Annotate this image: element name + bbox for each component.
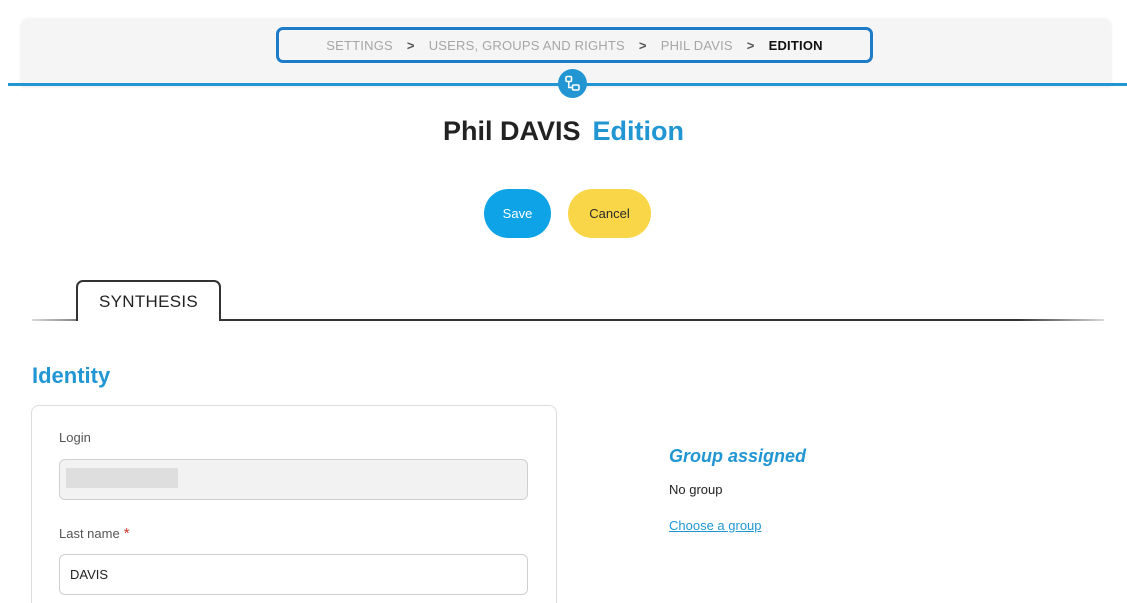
chevron-right-icon: > bbox=[638, 37, 647, 53]
cancel-button[interactable]: Cancel bbox=[568, 189, 651, 238]
section-title-identity: Identity bbox=[32, 363, 111, 388]
breadcrumb-item-users-groups-rights[interactable]: USERS, GROUPS AND RIGHTS bbox=[429, 38, 625, 53]
tree-structure-button[interactable] bbox=[558, 69, 587, 98]
group-value: No group bbox=[669, 482, 723, 497]
login-redacted-value bbox=[66, 468, 178, 488]
breadcrumb: SETTINGS > USERS, GROUPS AND RIGHTS > PH… bbox=[276, 27, 873, 63]
breadcrumb-item-user[interactable]: PHIL DAVIS bbox=[661, 38, 733, 53]
choose-group-link[interactable]: Choose a group bbox=[669, 518, 762, 533]
breadcrumb-current: EDITION bbox=[768, 37, 823, 53]
login-label: Login bbox=[59, 430, 91, 445]
chevron-right-icon: > bbox=[406, 37, 415, 53]
required-asterisk: * bbox=[123, 525, 130, 542]
group-assigned-title: Group assigned bbox=[669, 446, 807, 466]
tab-synthesis[interactable]: SYNTHESIS bbox=[76, 280, 221, 321]
page: SETTINGS > USERS, GROUPS AND RIGHTS > PH… bbox=[0, 0, 1127, 603]
mode-label: Edition bbox=[592, 116, 684, 146]
last-name-label: Last name * bbox=[59, 525, 130, 542]
page-title: Phil DAVIS Edition bbox=[0, 116, 1127, 147]
last-name-label-text: Last name bbox=[59, 526, 120, 541]
chevron-right-icon: > bbox=[746, 37, 755, 53]
tree-structure-icon bbox=[565, 75, 580, 91]
last-name-field[interactable] bbox=[59, 554, 528, 595]
user-name: Phil DAVIS bbox=[442, 116, 581, 146]
save-button[interactable]: Save bbox=[484, 189, 551, 238]
breadcrumb-item-settings[interactable]: SETTINGS bbox=[326, 38, 393, 53]
